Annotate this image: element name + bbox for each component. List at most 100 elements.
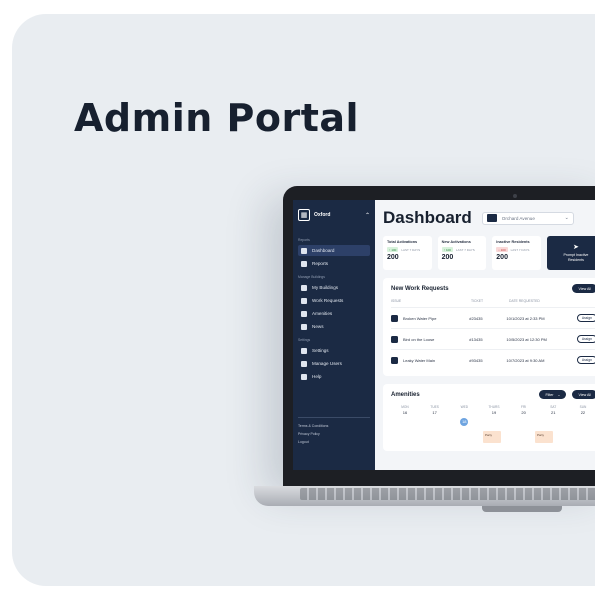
issue-cell: Leaky Water Main xyxy=(403,357,436,363)
column-header: ISSUE xyxy=(391,299,402,303)
sidebar-item-reports[interactable]: Reports xyxy=(298,258,370,269)
request-icon xyxy=(391,335,398,343)
users-icon xyxy=(301,360,307,367)
assign-button[interactable]: Assign xyxy=(576,356,595,364)
sidebar-item-label: Help xyxy=(312,374,322,379)
request-icon xyxy=(391,314,398,322)
issue-cell: Bird on the Loose xyxy=(403,336,435,342)
issue-cell: Broken Water Pipe xyxy=(403,315,437,321)
main-content: Dashboard Orchard Avenue ⌄ Total Activat… xyxy=(375,200,595,470)
report-icon xyxy=(301,260,307,267)
headline: Admin Portal xyxy=(74,96,360,140)
day-name: TUES xyxy=(430,405,439,409)
event-card[interactable]: Party xyxy=(535,431,553,443)
terms-link[interactable]: Terms & Conditions xyxy=(298,424,370,428)
day-name: MON xyxy=(401,405,409,409)
day-name: WED xyxy=(460,405,469,409)
brand[interactable]: ▦ Oxford ⌃ xyxy=(298,206,370,224)
table-row[interactable]: Leaky Water Main #93435 10/7/2023 at 9:3… xyxy=(391,349,595,370)
event-card[interactable]: Party xyxy=(483,431,501,443)
assign-button[interactable]: Assign xyxy=(576,335,595,343)
day-cell[interactable]: SUN 22 xyxy=(573,405,593,428)
sidebar-item-news[interactable]: News xyxy=(298,321,370,332)
day-cell[interactable]: MON 16 xyxy=(395,405,415,428)
date-cell: 10/5/2023 at 12:30 PM xyxy=(506,336,547,342)
chevron-down-icon: ⌄ xyxy=(557,392,561,397)
day-name: THURS xyxy=(488,405,500,409)
column-header: DATE REQUESTED xyxy=(509,299,540,303)
view-all-button[interactable]: View All xyxy=(572,390,595,399)
sidebar-item-manage-users[interactable]: Manage Users xyxy=(298,358,370,369)
day-name: SUN xyxy=(579,405,587,409)
sidebar-item-label: News xyxy=(312,324,324,329)
date-cell: 10/7/2023 at 9:30 AM xyxy=(506,357,545,363)
sidebar: ▦ Oxford ⌃ Reports Dashboard Reports Man… xyxy=(293,200,375,470)
prompt-inactive-button[interactable]: ➤ Prompt Inactive Residents xyxy=(546,236,595,270)
sidebar-item-label: Dashboard xyxy=(312,248,335,253)
assign-button[interactable]: Assign xyxy=(576,314,595,322)
table-row[interactable]: Broken Water Pipe #23435 10/1/2023 at 2:… xyxy=(391,307,595,328)
sidebar-item-label: Work Requests xyxy=(312,298,344,303)
stat-period: LAST 7 DAYS xyxy=(455,247,475,252)
panel-title: Amenities xyxy=(391,391,420,398)
panel-title: New Work Requests xyxy=(391,285,449,292)
ticket-cell: #23435 xyxy=(469,315,483,321)
sidebar-item-settings[interactable]: Settings xyxy=(298,345,370,356)
grid-icon xyxy=(301,247,307,254)
table-row[interactable]: Bird on the Loose #13435 10/5/2023 at 12… xyxy=(391,328,595,349)
day-cell[interactable]: WED 18 xyxy=(454,405,474,428)
trend-badge: ↑ 100 xyxy=(387,247,399,252)
laptop-keyboard xyxy=(300,488,595,500)
page-title: Dashboard xyxy=(383,208,472,227)
ticket-cell: #13435 xyxy=(469,336,483,342)
trend-badge: ↑ 100 xyxy=(441,247,453,252)
view-all-button[interactable]: View All xyxy=(572,284,595,293)
day-cell[interactable]: TUES 17 xyxy=(425,405,445,428)
laptop-notch xyxy=(482,506,562,512)
day-cell[interactable]: THURS 19 xyxy=(484,405,504,428)
work-requests-panel: New Work Requests View All ISSUE TICKET … xyxy=(383,278,595,376)
day-name: SAT xyxy=(550,405,557,409)
brand-name: Oxford xyxy=(314,212,331,218)
week-strip: MON 16 TUES 17 WED 18 THURS 19 FRI 20 SAT 21 S… xyxy=(391,405,595,428)
sidebar-item-amenities[interactable]: Amenities xyxy=(298,308,370,319)
building-select[interactable]: Orchard Avenue ⌄ xyxy=(481,211,574,225)
table-header: ISSUE TICKET DATE REQUESTED xyxy=(391,299,595,303)
stat-card-new: New Activations ↑ 100 LAST 7 DAYS 200 xyxy=(437,236,487,270)
sidebar-item-my-buildings[interactable]: My Buildings xyxy=(298,282,370,293)
amenity-icon xyxy=(301,310,307,317)
section-label: Manage Buildings xyxy=(298,275,325,279)
chevron-up-icon: ⌃ xyxy=(364,212,370,219)
privacy-link[interactable]: Privacy Policy xyxy=(298,432,370,436)
stat-card-total: Total Activations ↑ 100 LAST 7 DAYS 200 xyxy=(383,236,432,270)
column-header: TICKET xyxy=(471,299,484,303)
stat-period: LAST 7 DAYS xyxy=(401,247,421,252)
filter-label: Filter xyxy=(545,392,554,397)
day-number: 20 xyxy=(521,410,526,415)
day-number: 17 xyxy=(432,410,437,415)
day-number: 21 xyxy=(551,410,556,415)
sidebar-item-work-requests[interactable]: Work Requests xyxy=(298,295,370,306)
day-number-today: 18 xyxy=(460,418,469,426)
section-label: Settings xyxy=(298,338,311,342)
stat-label: Total Activations xyxy=(387,240,418,244)
prompt-label: Prompt Inactive Residents xyxy=(563,253,589,262)
day-cell[interactable]: FRI 20 xyxy=(514,405,534,428)
news-icon xyxy=(301,323,307,330)
stats-row: Total Activations ↑ 100 LAST 7 DAYS 200 … xyxy=(383,236,595,270)
sidebar-item-help[interactable]: Help xyxy=(298,371,370,382)
filter-button[interactable]: Filter ⌄ xyxy=(539,390,567,399)
building-icon xyxy=(301,284,307,291)
day-number: 22 xyxy=(580,410,586,415)
logout-link[interactable]: Logout xyxy=(298,440,370,444)
date-cell: 10/1/2023 at 2:33 PM xyxy=(506,315,545,321)
sidebar-item-label: Reports xyxy=(312,261,329,266)
camera-icon xyxy=(513,194,517,198)
day-cell[interactable]: SAT 21 xyxy=(543,405,563,428)
laptop-screen: ▦ Oxford ⌃ Reports Dashboard Reports Man… xyxy=(293,200,595,470)
sidebar-footer: Terms & Conditions Privacy Policy Logout xyxy=(298,417,370,448)
chevron-down-icon: ⌄ xyxy=(564,215,569,221)
send-icon: ➤ xyxy=(573,244,579,252)
sidebar-item-dashboard[interactable]: Dashboard xyxy=(298,245,370,256)
amenities-panel: Amenities Filter ⌄ View All MON 16 TUES 17… xyxy=(383,384,595,451)
